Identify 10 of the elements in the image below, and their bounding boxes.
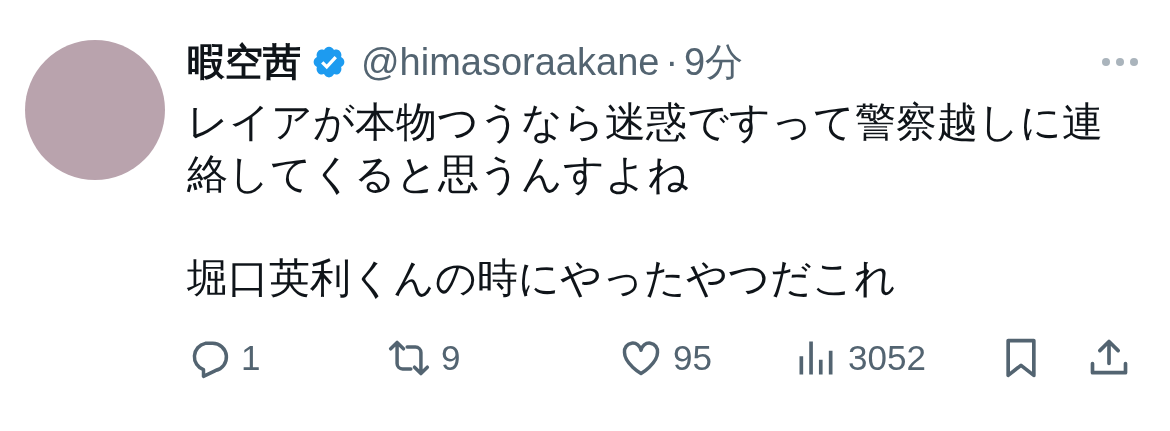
action-count: 95 <box>673 338 712 378</box>
separator: · <box>665 40 679 84</box>
action-count: 1 <box>241 338 261 378</box>
post-time[interactable]: 9分 <box>684 36 744 88</box>
action-count: 9 <box>441 338 461 378</box>
action-count: 3052 <box>848 338 926 378</box>
display-name: 暇空茜 <box>187 39 301 85</box>
user-handle[interactable]: @himasoraakane <box>361 40 660 84</box>
post-text: レイアが本物つうなら迷惑ですって警察越しに連絡してくると思うんすよね <box>187 98 1104 199</box>
post-text: 堀口英利くんの時にやったやつだこれ <box>187 254 897 303</box>
